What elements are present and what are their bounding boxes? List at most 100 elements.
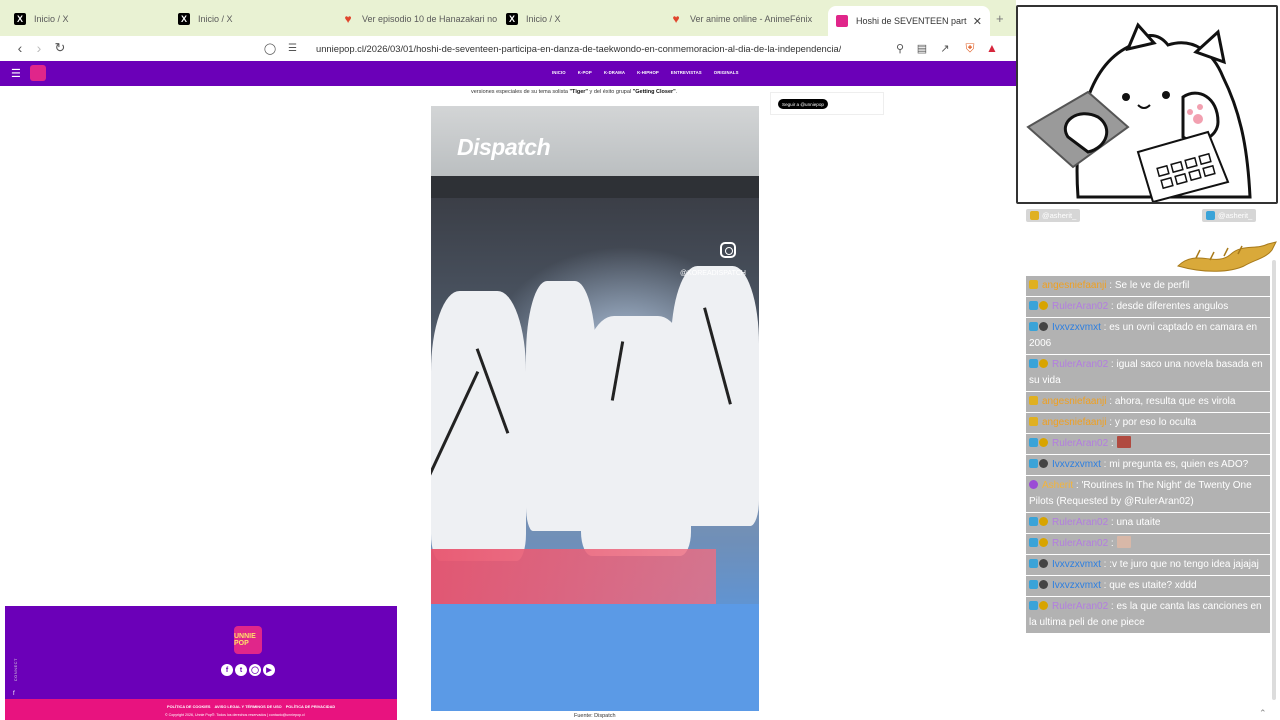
chat-panel: angesniefaanji : Se le ve de perfil Ruler…	[1026, 276, 1270, 634]
video-handle: @KOREADISPATCH	[680, 270, 746, 277]
nav-link-entrevistas[interactable]: ENTREVISTAS	[671, 70, 702, 75]
chat-username[interactable]: RulerAran02	[1052, 517, 1108, 528]
chat-username[interactable]: angesniefaanji	[1042, 280, 1107, 291]
brave-shield-icon[interactable]: ⛨	[961, 39, 979, 57]
chevron-up-icon[interactable]: ⌃	[1259, 708, 1267, 719]
chat-message: angesniefaanji : ahora, resulta que es v…	[1026, 392, 1270, 412]
blue-badge-icon	[1029, 438, 1038, 447]
back-arrow-icon[interactable]: ‹	[11, 39, 29, 57]
bongo-cat-cam	[1016, 5, 1278, 204]
footer-link-privacy[interactable]: POLÍTICA DE PRIVACIDAD	[286, 704, 336, 709]
reader-mode-icon[interactable]: ▤	[913, 39, 931, 57]
chat-separator: :	[1100, 459, 1110, 470]
follow-button[interactable]: Seguir a @unniepop	[778, 99, 828, 109]
site-settings-icon[interactable]: ☰	[288, 43, 302, 54]
chat-separator: :	[1100, 559, 1110, 570]
chat-username[interactable]: RulerAran02	[1052, 359, 1108, 370]
purple-badge-icon	[1029, 480, 1038, 489]
tab-hanazakari[interactable]: ♥ Ver episodio 10 de Hanazakari no Ki	[334, 6, 498, 32]
chat-username[interactable]: Ivxvzxvmxt	[1052, 322, 1101, 333]
copyright-text: © Copyright 2026, Unnie Pop®. Todos los …	[165, 713, 305, 717]
chat-message: Ivxvzxvmxt : :v te juro que no tengo ide…	[1026, 555, 1270, 575]
new-tab-button[interactable]: +	[996, 11, 1004, 26]
facebook-icon[interactable]: f	[221, 664, 233, 676]
tab-hoshi-seventeen[interactable]: Hoshi de SEVENTEEN participa e ✕	[828, 6, 990, 36]
hamburger-menu-icon[interactable]: ☰	[11, 67, 21, 80]
tab-inicio-x-1[interactable]: X Inicio / X	[6, 6, 170, 32]
chat-emote-icon	[1116, 536, 1131, 548]
chat-emote-icon	[1116, 436, 1131, 448]
article-text-part: versiones especiales de su tema solista	[471, 89, 570, 95]
address-bar[interactable]: ☰ unniepop.cl/2026/03/01/hoshi-de-sevent…	[282, 38, 912, 59]
gold-badge-icon	[1039, 359, 1048, 368]
nav-link-kpop[interactable]: K-POP	[578, 70, 592, 75]
embedded-video[interactable]: Dispatch @KOREADISPATCH	[431, 106, 759, 711]
chat-username[interactable]: Ivxvzxvmxt	[1052, 580, 1101, 591]
nav-link-originals[interactable]: ORIGINALS	[714, 70, 739, 75]
streamer-tag-right: @asherit_	[1202, 209, 1257, 222]
connect-label: CONNECT	[13, 658, 18, 682]
crown-badge-icon	[1029, 417, 1038, 426]
chat-username[interactable]: angesniefaanji	[1042, 396, 1107, 407]
chat-separator: :	[1108, 601, 1117, 612]
youtube-icon[interactable]: ▶	[263, 664, 275, 676]
twitter-icon	[1206, 211, 1215, 220]
tab-inicio-x-2[interactable]: X Inicio / X	[170, 6, 334, 32]
chat-separator: :	[1106, 417, 1115, 428]
x-logo-icon: X	[14, 13, 26, 25]
song-title-tiger: "Tiger"	[569, 89, 589, 95]
article-body: versiones especiales de su tema solista …	[397, 86, 770, 720]
chat-username[interactable]: angesniefaanji	[1042, 417, 1107, 428]
footer-link-cookies[interactable]: POLÍTICA DE COOKIES	[167, 704, 211, 709]
chat-username[interactable]: RulerAran02	[1052, 601, 1108, 612]
chat-separator: :	[1108, 538, 1117, 549]
brave-rewards-icon[interactable]: ▲	[983, 39, 1001, 57]
tab-inicio-x-3[interactable]: X Inicio / X	[498, 6, 662, 32]
share-icon[interactable]: ↗	[936, 39, 954, 57]
chat-message: RulerAran02 : una utaite	[1026, 513, 1270, 533]
streamer-tag-text: @asherit_	[1218, 211, 1253, 220]
chat-separator: :	[1100, 580, 1110, 591]
site-logo[interactable]	[30, 65, 46, 81]
chat-separator: :	[1108, 359, 1117, 370]
blue-badge-icon	[1029, 359, 1038, 368]
close-tab-icon[interactable]: ✕	[967, 15, 982, 28]
site-footer: UNNIE POP f t ◯ ▶ CONNECT f t POLÍTICA D…	[5, 606, 397, 720]
chat-username[interactable]: Ivxvzxvmxt	[1052, 459, 1101, 470]
grey-badge-icon	[1039, 322, 1048, 331]
chat-username[interactable]: RulerAran02	[1052, 301, 1108, 312]
nav-link-khiphop[interactable]: K-HIPHOP	[637, 70, 659, 75]
instagram-icon[interactable]: ◯	[249, 664, 261, 676]
chat-username[interactable]: RulerAran02	[1052, 538, 1108, 549]
browser-toolbar: ‹ › ↻ ◯ ☰ unniepop.cl/2026/03/01/hoshi-d…	[0, 36, 1016, 61]
video-source-caption: Fuente: Dispatch	[574, 713, 616, 719]
reload-icon[interactable]: ↻	[51, 39, 69, 57]
tab-title: Ver anime online - AnimeFénix	[690, 14, 813, 24]
nav-links: INICIO K-POP K-DRAMA K-HIPHOP ENTREVISTA…	[552, 70, 739, 75]
dragon-decoration-icon	[1177, 241, 1277, 272]
chat-username[interactable]: Asherit	[1042, 480, 1073, 491]
animefenix-heart-icon: ♥	[344, 12, 352, 26]
footer-link-legal[interactable]: AVISO LEGAL Y TÉRMINOS DE USO	[215, 704, 282, 709]
chat-username[interactable]: RulerAran02	[1052, 438, 1108, 449]
footer-logo[interactable]: UNNIE POP	[234, 626, 262, 654]
forward-arrow-icon[interactable]: ›	[30, 39, 48, 57]
chat-message: angesniefaanji : y por eso lo oculta	[1026, 413, 1270, 433]
footer-bottom-bar: POLÍTICA DE COOKIES AVISO LEGAL Y TÉRMIN…	[5, 699, 397, 720]
tab-animefenix[interactable]: ♥ Ver anime online - AnimeFénix	[662, 6, 826, 32]
twitter-icon[interactable]: t	[235, 664, 247, 676]
chat-username[interactable]: Ivxvzxvmxt	[1052, 559, 1101, 570]
gold-badge-icon	[1039, 301, 1048, 310]
chat-separator: :	[1108, 438, 1117, 449]
chat-scrollbar[interactable]	[1272, 260, 1276, 700]
dispatch-watermark: Dispatch	[457, 134, 551, 160]
facebook-icon[interactable]: f	[13, 691, 18, 697]
nav-link-kdrama[interactable]: K-DRAMA	[604, 70, 625, 75]
chat-message: Asherit : 'Routines In The Night' de Twe…	[1026, 476, 1270, 512]
footer-logo-text: UNNIE POP	[234, 633, 256, 647]
bookmark-icon[interactable]: ◯	[261, 39, 279, 57]
url-text: unniepop.cl/2026/03/01/hoshi-de-seventee…	[316, 43, 842, 54]
nav-link-inicio[interactable]: INICIO	[552, 70, 566, 75]
bongo-cat-illustration	[1026, 22, 1252, 202]
zoom-icon[interactable]: ⚲	[891, 39, 909, 57]
